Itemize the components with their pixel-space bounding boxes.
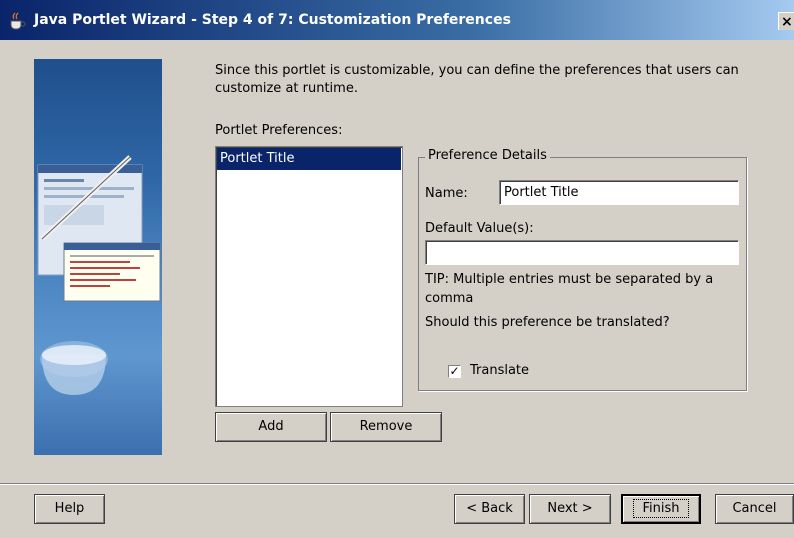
wizard-side-image <box>34 59 162 455</box>
remove-button[interactable]: Remove <box>330 412 442 442</box>
java-cup-icon <box>10 12 26 30</box>
finish-button[interactable]: Finish <box>621 494 701 524</box>
default-values-field[interactable] <box>425 240 739 265</box>
intro-text: Since this portlet is customizable, you … <box>215 63 739 96</box>
tip-text: TIP: Multiple entries must be separated … <box>425 272 714 306</box>
default-values-label: Default Value(s): <box>425 221 534 236</box>
window-title: Java Portlet Wizard - Step 4 of 7: Custo… <box>34 12 511 28</box>
cancel-button[interactable]: Cancel <box>715 494 794 524</box>
name-label: Name: <box>425 186 468 201</box>
back-button[interactable]: < Back <box>454 494 525 524</box>
portlet-preferences-list[interactable]: Portlet Title <box>215 146 403 407</box>
wizard-illustration <box>37 155 161 395</box>
help-button[interactable]: Help <box>34 494 105 524</box>
preference-details-title: Preference Details <box>425 148 550 163</box>
finish-button-label: Finish <box>633 499 689 518</box>
list-item-portlet-title[interactable]: Portlet Title <box>217 148 401 170</box>
close-button[interactable]: × <box>778 12 794 30</box>
add-button[interactable]: Add <box>215 412 327 442</box>
portlet-preferences-label: Portlet Preferences: <box>215 123 343 138</box>
next-button[interactable]: Next > <box>529 494 611 524</box>
translate-question: Should this preference be translated? <box>425 315 670 330</box>
name-field[interactable] <box>499 180 739 205</box>
preference-details-group: Preference Details Name: Default Value(s… <box>418 148 747 391</box>
translate-label: Translate <box>470 363 530 378</box>
title-bar: Java Portlet Wizard - Step 4 of 7: Custo… <box>0 0 794 40</box>
footer-separator <box>0 483 794 485</box>
translate-checkbox[interactable]: ✓ <box>448 365 461 378</box>
